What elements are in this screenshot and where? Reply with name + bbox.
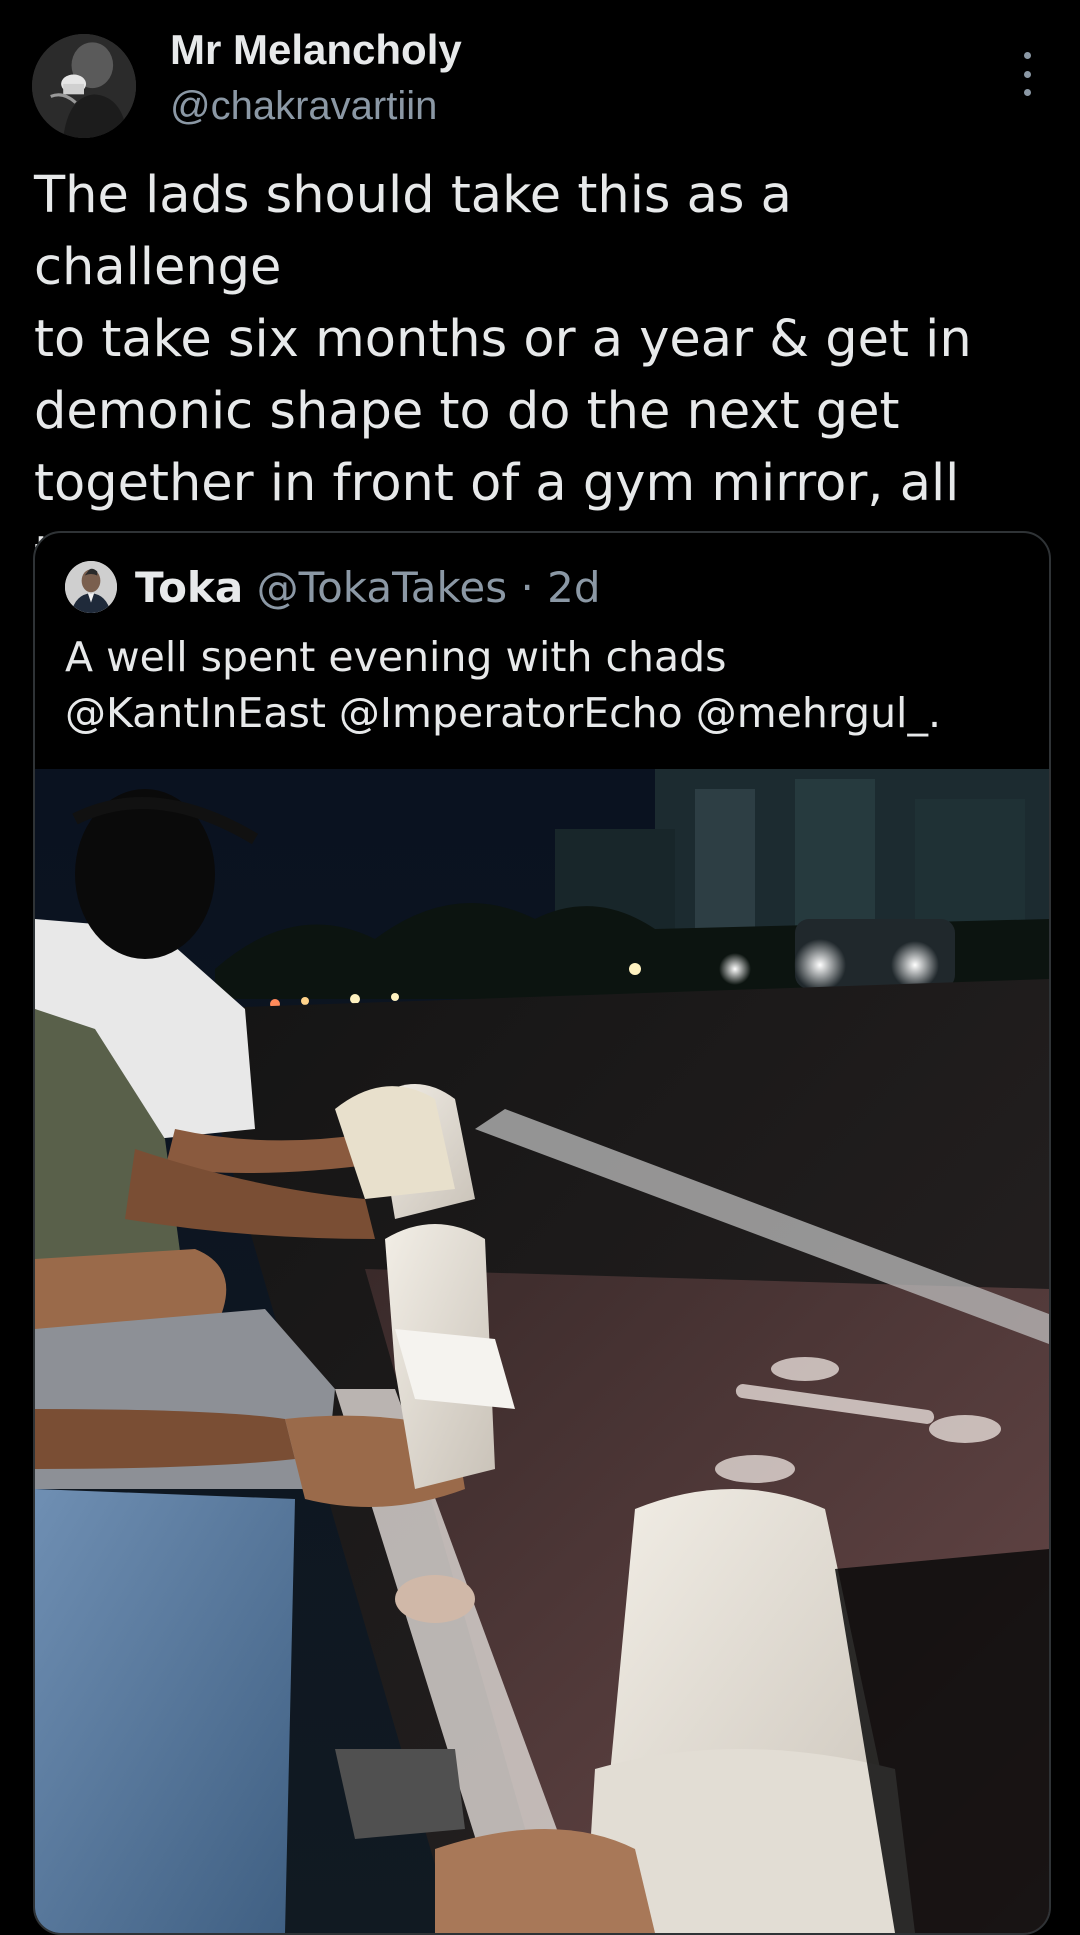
author-name[interactable]: Mr Melancholy: [170, 26, 462, 74]
author-avatar[interactable]: [32, 34, 136, 138]
quoted-author-handle[interactable]: @TokaTakes: [257, 563, 508, 612]
quoted-author-name[interactable]: Toka: [135, 563, 243, 612]
more-vertical-icon[interactable]: [1012, 52, 1042, 96]
tweet[interactable]: Mr Melancholy @chakravartiin The lads sh…: [0, 0, 1080, 1935]
more-dot: [1023, 52, 1031, 59]
separator-dot: ·: [520, 563, 534, 612]
quoted-photo[interactable]: [35, 769, 1049, 1933]
quoted-text: A well spent evening with chads @KantInE…: [65, 633, 941, 737]
quoted-header: Toka @TokaTakes · 2d: [135, 563, 601, 612]
more-dot: [1023, 70, 1031, 78]
quoted-tweet[interactable]: Toka @TokaTakes · 2d A well spent evenin…: [33, 531, 1051, 1935]
quoted-timestamp[interactable]: 2d: [547, 563, 600, 612]
more-dot: [1023, 89, 1031, 96]
quoted-author-avatar[interactable]: [65, 561, 117, 613]
author-handle[interactable]: @chakravartiin: [170, 84, 437, 129]
